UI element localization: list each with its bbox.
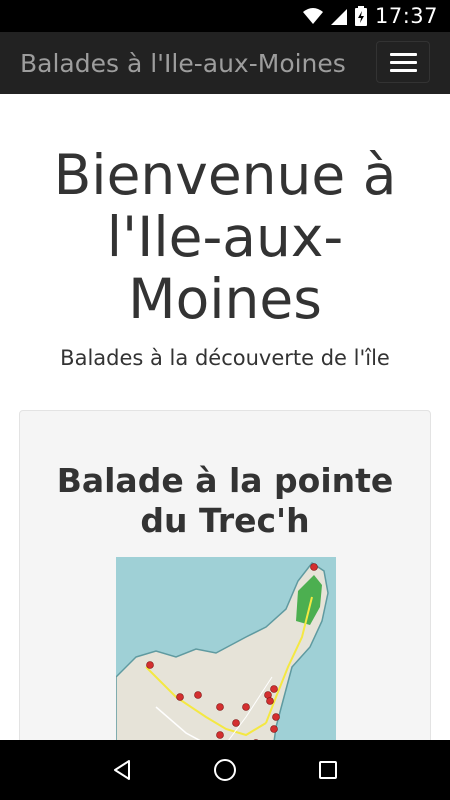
map-illustration (116, 557, 336, 740)
page-subtitle: Balades à la découverte de l'île (60, 346, 390, 370)
navbar-brand[interactable]: Balades à l'Ile-aux-Moines (20, 49, 346, 78)
page-title-line: Bienvenue à (53, 143, 397, 207)
status-bar: 17:37 (0, 0, 450, 32)
main-content: Bienvenue à l'Ile-aux- Moines Balades à … (0, 94, 450, 740)
page-title-line: l'Ile-aux- (106, 205, 344, 269)
walk-card[interactable]: Balade à la pointe du Trec'h (19, 410, 431, 740)
back-triangle-icon (113, 760, 130, 780)
app-navbar: Balades à l'Ile-aux-Moines (0, 32, 450, 94)
system-nav-bar (0, 740, 450, 800)
walk-card-title-line: du Trec'h (140, 501, 310, 540)
cell-signal-icon (330, 9, 347, 25)
status-time: 17:37 (374, 4, 438, 28)
battery-charging-icon (354, 6, 367, 26)
recents-square-icon (319, 761, 338, 779)
page-title: Bienvenue à l'Ile-aux- Moines (0, 144, 450, 330)
menu-toggle-button[interactable] (376, 41, 430, 83)
hamburger-icon-bar (389, 68, 417, 72)
walk-card-title[interactable]: Balade à la pointe du Trec'h (20, 461, 430, 541)
wifi-icon (302, 8, 323, 24)
home-button[interactable] (205, 750, 245, 790)
page-title-line: Moines (128, 267, 322, 331)
hamburger-icon-bar (389, 60, 417, 64)
walk-map-image[interactable] (116, 557, 336, 740)
hamburger-icon (389, 52, 417, 56)
recents-button[interactable] (308, 750, 348, 790)
back-button[interactable] (102, 750, 142, 790)
home-circle-icon (213, 759, 236, 781)
walk-card-title-line: Balade à la pointe (56, 461, 394, 500)
